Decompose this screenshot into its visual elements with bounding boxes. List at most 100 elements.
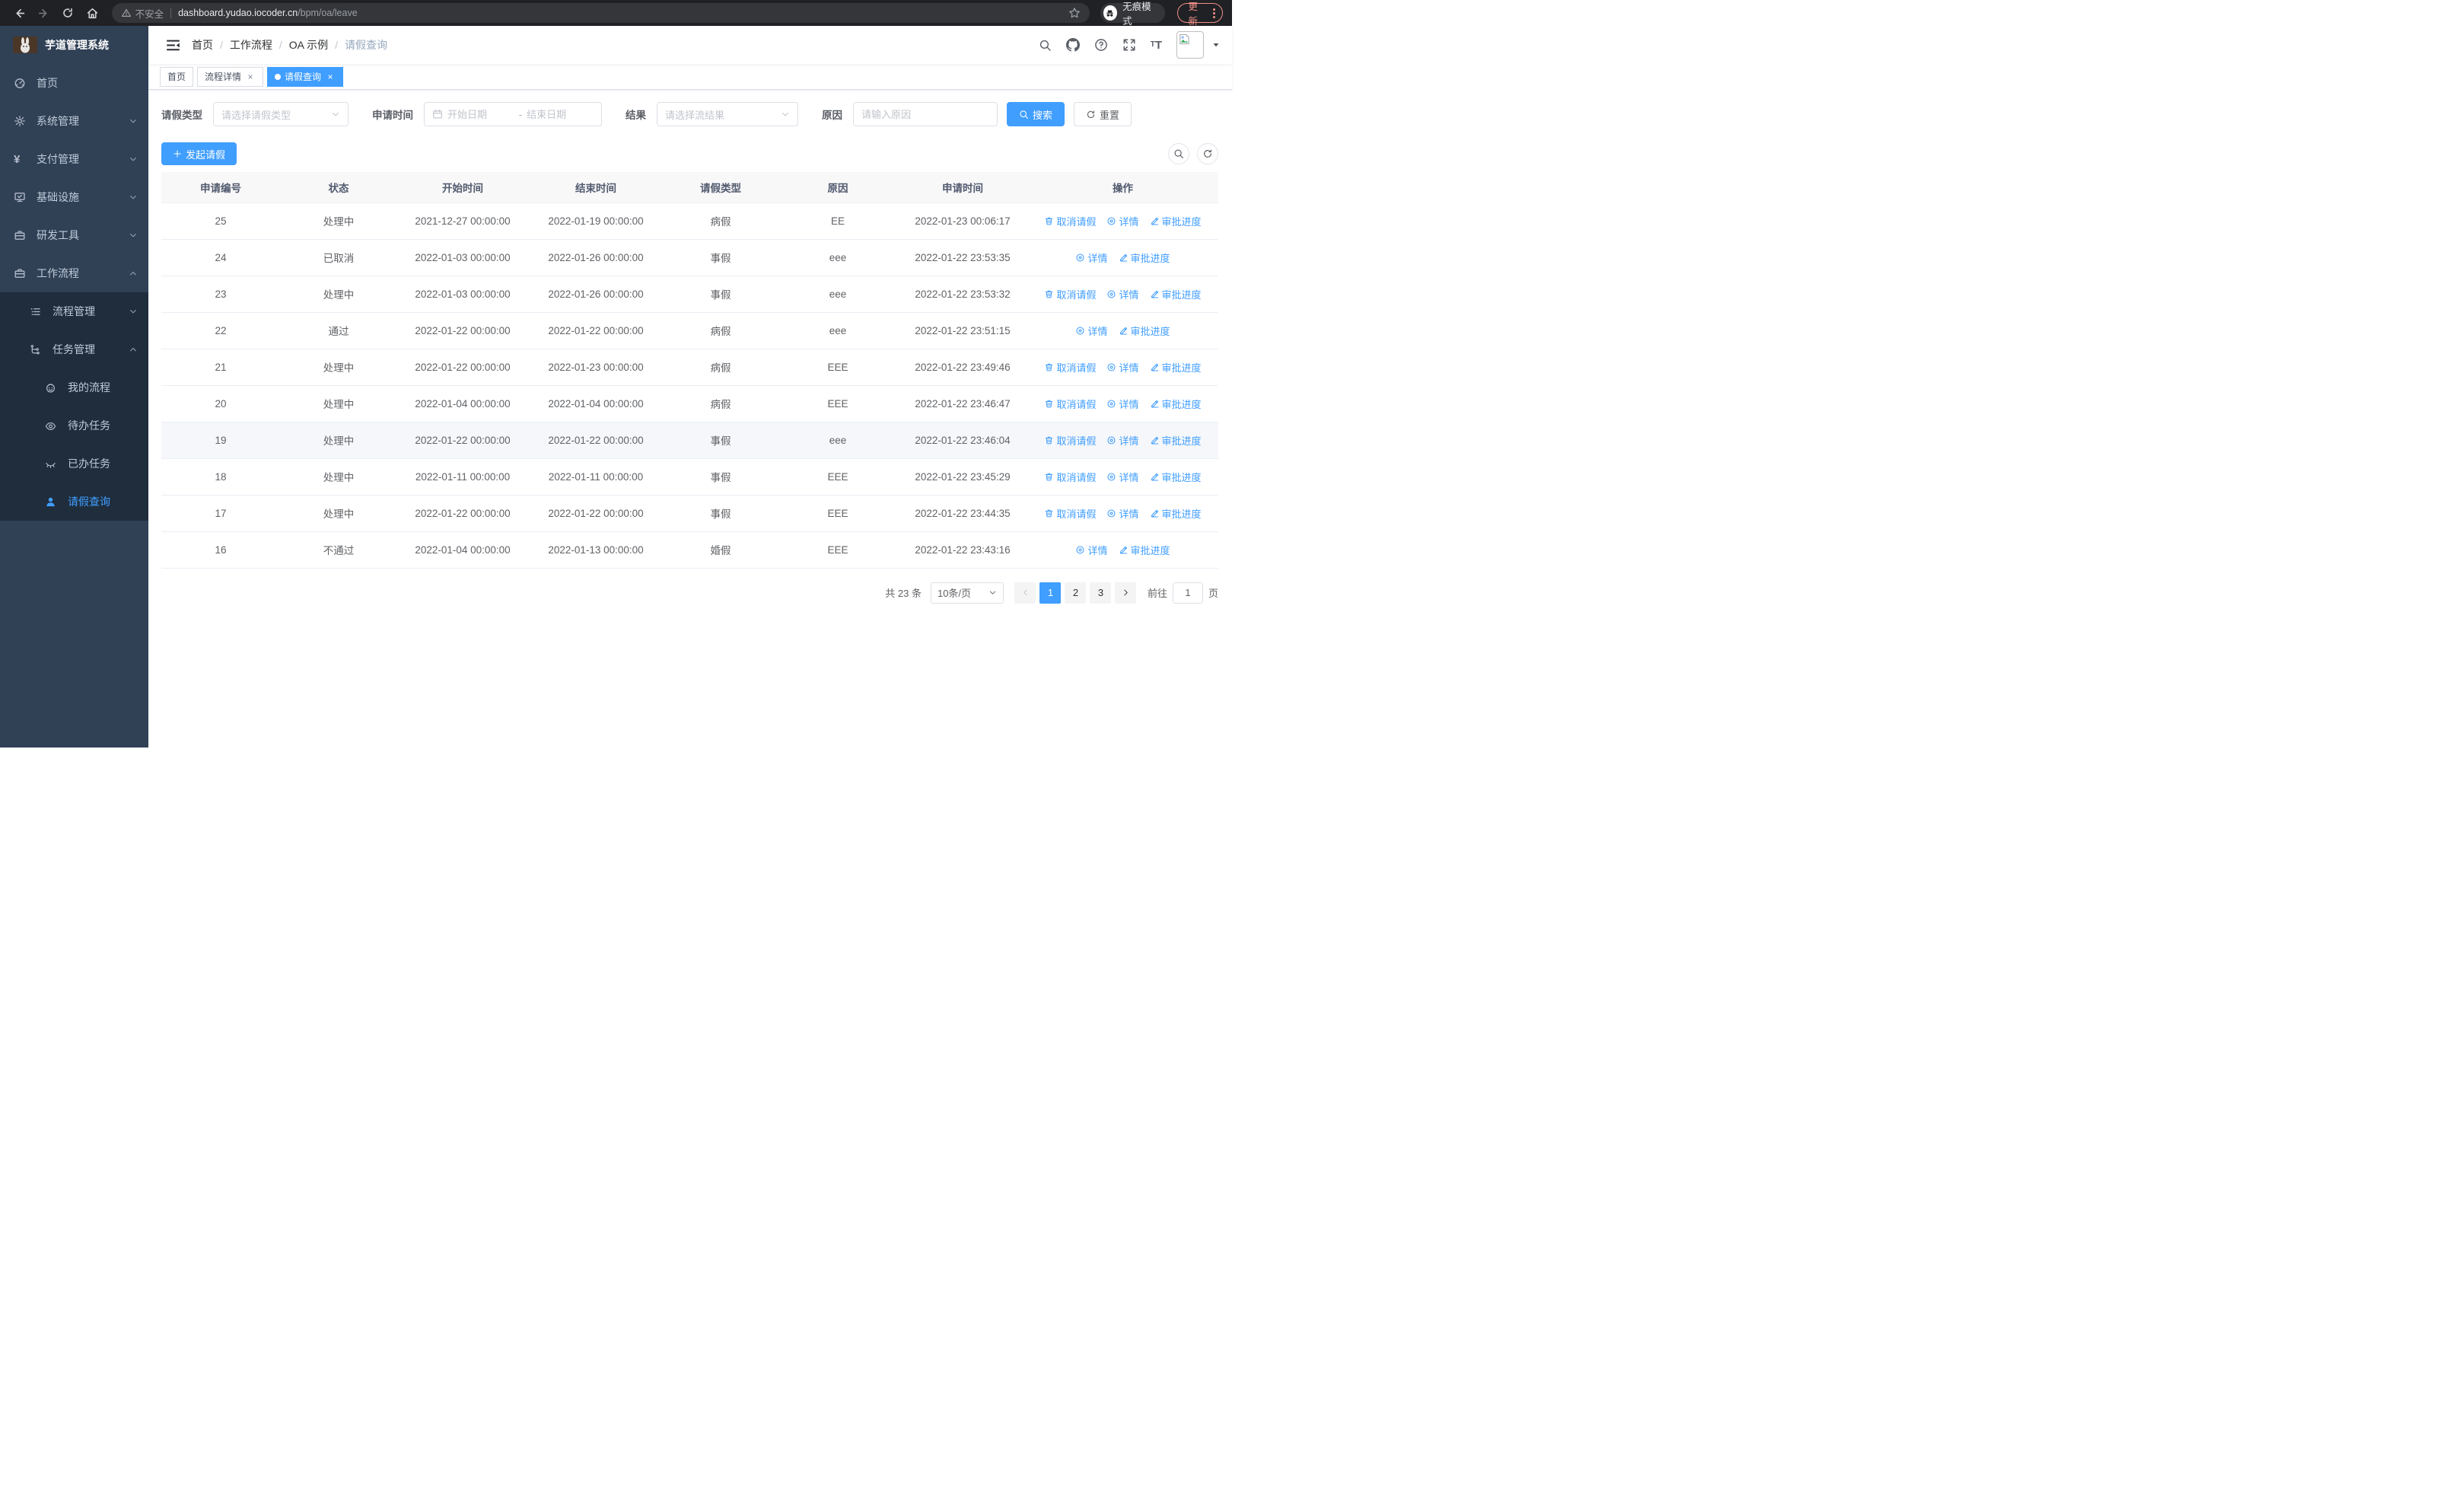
app-logo[interactable]: 芋道管理系统: [0, 26, 148, 64]
sidebar-item-leave-query[interactable]: 请假查询: [0, 483, 148, 521]
reload-icon[interactable]: [58, 2, 78, 24]
detail-link[interactable]: 详情: [1106, 433, 1139, 448]
cancel-leave-link[interactable]: 取消请假: [1044, 360, 1096, 375]
detail-link[interactable]: 详情: [1075, 543, 1108, 557]
refresh-table-icon[interactable]: [1197, 143, 1218, 164]
create-leave-button[interactable]: 发起请假: [161, 142, 237, 165]
approval-progress-link[interactable]: 审批进度: [1150, 287, 1202, 301]
breadcrumb-oa[interactable]: OA 示例: [289, 37, 328, 53]
table-row[interactable]: 18 处理中 2022-01-11 00:00:00 2022-01-11 00…: [161, 458, 1218, 496]
collapse-sidebar-icon[interactable]: [160, 32, 186, 58]
table-row[interactable]: 23 处理中 2022-01-03 00:00:00 2022-01-26 00…: [161, 276, 1218, 313]
sidebar-item-payment[interactable]: ¥ 支付管理: [0, 140, 148, 178]
tab-process-detail[interactable]: 流程详情 ×: [197, 66, 264, 87]
breadcrumb-home[interactable]: 首页: [192, 37, 213, 53]
cancel-leave-link[interactable]: 取消请假: [1044, 397, 1096, 411]
search-button[interactable]: 搜索: [1007, 102, 1065, 126]
prev-page-button[interactable]: [1014, 582, 1036, 604]
reset-button[interactable]: 重置: [1074, 102, 1132, 126]
cancel-leave-link[interactable]: 取消请假: [1044, 287, 1096, 301]
sidebar-item-task-mgmt[interactable]: 任务管理: [0, 330, 148, 368]
detail-link[interactable]: 详情: [1075, 250, 1108, 265]
sidebar-item-home[interactable]: 首页: [0, 64, 148, 102]
close-icon[interactable]: ×: [325, 72, 336, 82]
table-row[interactable]: 19 处理中 2022-01-22 00:00:00 2022-01-22 00…: [161, 422, 1218, 459]
cell-reason: EE: [778, 202, 898, 240]
approval-progress-link[interactable]: 审批进度: [1150, 214, 1202, 228]
table-row[interactable]: 16 不通过 2022-01-04 00:00:00 2022-01-13 00…: [161, 531, 1218, 569]
start-date-input[interactable]: [447, 108, 514, 120]
detail-link[interactable]: 详情: [1106, 506, 1139, 521]
url-bar[interactable]: 不安全 dashboard.yudao.iocoder.cn/bpm/oa/le…: [111, 3, 1090, 23]
sidebar-item-devtools[interactable]: 研发工具: [0, 216, 148, 254]
breadcrumb-workflow[interactable]: 工作流程: [230, 37, 272, 53]
star-icon[interactable]: [1068, 7, 1081, 19]
detail-link[interactable]: 详情: [1106, 360, 1139, 375]
table-row[interactable]: 20 处理中 2022-01-04 00:00:00 2022-01-04 00…: [161, 385, 1218, 422]
approval-progress-link[interactable]: 审批进度: [1119, 250, 1170, 265]
home-icon[interactable]: [82, 2, 102, 24]
sidebar-item-my-process[interactable]: 我的流程: [0, 368, 148, 406]
page-button-3[interactable]: 3: [1090, 582, 1112, 604]
goto-page-input[interactable]: [1172, 582, 1203, 604]
table-row[interactable]: 21 处理中 2022-01-22 00:00:00 2022-01-23 00…: [161, 349, 1218, 386]
cancel-leave-link[interactable]: 取消请假: [1044, 214, 1096, 228]
approval-progress-link[interactable]: 审批进度: [1150, 506, 1202, 521]
tab-home[interactable]: 首页: [160, 66, 194, 87]
approval-progress-link[interactable]: 审批进度: [1119, 543, 1170, 557]
fullscreen-icon[interactable]: [1122, 38, 1136, 52]
page-size-select[interactable]: 10条/页: [930, 582, 1004, 604]
approval-progress-link[interactable]: 审批进度: [1150, 470, 1202, 484]
page-button-2[interactable]: 2: [1065, 582, 1087, 604]
apply-time-range-picker[interactable]: -: [424, 102, 602, 126]
sidebar-item-done-tasks[interactable]: 已办任务: [0, 445, 148, 483]
detail-link[interactable]: 详情: [1075, 324, 1108, 338]
caret-down-icon[interactable]: [1211, 40, 1221, 49]
leave-type-select[interactable]: 请选择请假类型: [213, 102, 349, 126]
detail-link[interactable]: 详情: [1106, 287, 1139, 301]
approval-progress-link[interactable]: 审批进度: [1150, 360, 1202, 375]
browser-update-button[interactable]: 更新: [1177, 2, 1223, 27]
cell-reason: EEE: [778, 495, 898, 532]
create-leave-label: 发起请假: [186, 148, 226, 161]
cancel-leave-link[interactable]: 取消请假: [1044, 470, 1096, 484]
search-icon[interactable]: [1039, 39, 1052, 52]
reason-input[interactable]: [861, 108, 989, 120]
avatar[interactable]: [1176, 31, 1204, 59]
detail-link[interactable]: 详情: [1106, 397, 1139, 411]
sidebar-item-workflow[interactable]: 工作流程: [0, 254, 148, 292]
close-icon[interactable]: ×: [245, 72, 256, 82]
approval-progress-link[interactable]: 审批进度: [1119, 324, 1170, 338]
sidebar-item-todo-tasks[interactable]: 待办任务: [0, 406, 148, 445]
approval-progress-link[interactable]: 审批进度: [1150, 397, 1202, 411]
github-icon[interactable]: [1065, 38, 1080, 52]
cancel-leave-link[interactable]: 取消请假: [1044, 506, 1096, 521]
approval-progress-link[interactable]: 审批进度: [1150, 433, 1202, 448]
table-row[interactable]: 22 通过 2022-01-22 00:00:00 2022-01-22 00:…: [161, 312, 1218, 349]
result-select[interactable]: 请选择流结果: [657, 102, 798, 126]
tab-leave-query[interactable]: 请假查询 ×: [267, 66, 344, 87]
cell-reason: EEE: [778, 531, 898, 569]
back-icon[interactable]: [9, 2, 29, 24]
font-size-icon[interactable]: TT: [1151, 40, 1162, 51]
sidebar-item-process-mgmt[interactable]: 流程管理: [0, 292, 148, 330]
cancel-leave-link[interactable]: 取消请假: [1044, 433, 1096, 448]
cell-reason: eee: [778, 276, 898, 313]
forward-icon[interactable]: [33, 2, 53, 24]
toggle-search-icon[interactable]: [1168, 143, 1189, 164]
sidebar-item-system[interactable]: 系统管理: [0, 102, 148, 140]
table-row[interactable]: 25 处理中 2021-12-27 00:00:00 2022-01-19 00…: [161, 202, 1218, 240]
kebab-menu-icon[interactable]: [1212, 8, 1215, 18]
site-security[interactable]: 不安全: [121, 6, 164, 21]
end-date-input[interactable]: [527, 108, 594, 120]
table-row[interactable]: 17 处理中 2022-01-22 00:00:00 2022-01-22 00…: [161, 495, 1218, 532]
page-button-1[interactable]: 1: [1039, 582, 1062, 604]
next-page-button[interactable]: [1115, 582, 1137, 604]
delete-icon: [1046, 290, 1053, 298]
detail-link[interactable]: 详情: [1106, 214, 1139, 228]
sidebar-item-infra[interactable]: 基础设施: [0, 178, 148, 216]
table-row[interactable]: 24 已取消 2022-01-03 00:00:00 2022-01-26 00…: [161, 239, 1218, 276]
help-icon[interactable]: [1094, 38, 1108, 52]
breadcrumb: 首页 / 工作流程 / OA 示例 / 请假查询: [192, 37, 388, 53]
detail-link[interactable]: 详情: [1106, 470, 1139, 484]
